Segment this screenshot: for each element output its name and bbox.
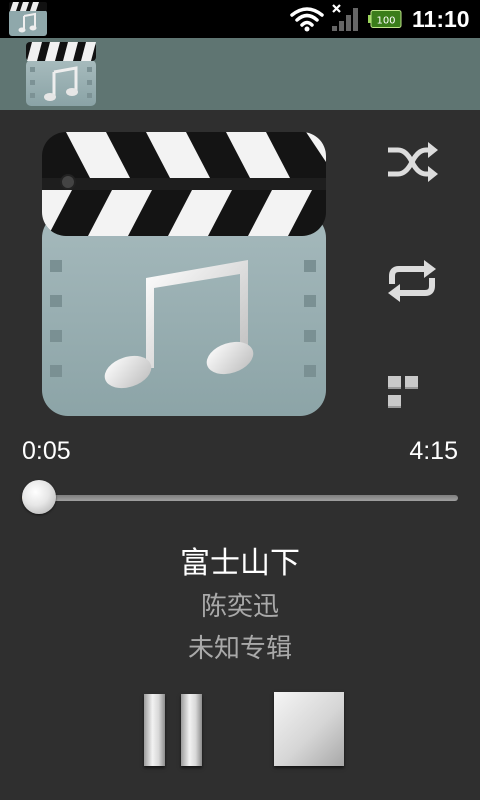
more-dot	[405, 376, 418, 389]
more-dot	[388, 395, 401, 408]
album-art	[42, 132, 326, 416]
battery-icon: 100	[368, 10, 402, 28]
shuffle-icon[interactable]	[386, 140, 438, 184]
repeat-icon[interactable]	[386, 258, 438, 304]
more-icon[interactable]	[388, 374, 438, 408]
battery-level: 100	[376, 16, 395, 27]
seek-bar[interactable]	[22, 478, 458, 518]
seek-thumb[interactable]	[22, 480, 56, 514]
stop-button[interactable]	[274, 692, 344, 766]
total-duration: 4:15	[409, 437, 458, 465]
album-name: 未知专辑	[187, 634, 292, 664]
pause-icon	[181, 694, 202, 766]
elapsed-time: 0:05	[22, 437, 71, 465]
app-header	[0, 38, 480, 110]
more-dot	[388, 376, 401, 389]
status-time: 11:10	[412, 6, 470, 32]
artist-name: 陈奕迅	[200, 592, 279, 622]
signal-icon	[332, 4, 358, 31]
media-player-icon[interactable]	[24, 40, 98, 108]
pause-button[interactable]	[144, 694, 202, 766]
wifi-icon	[290, 7, 324, 32]
media-player-icon	[9, 2, 47, 36]
status-bar: 100 11:10	[0, 0, 480, 38]
seek-track	[22, 495, 458, 501]
pause-icon	[144, 694, 165, 766]
song-title: 富士山下	[180, 546, 300, 581]
